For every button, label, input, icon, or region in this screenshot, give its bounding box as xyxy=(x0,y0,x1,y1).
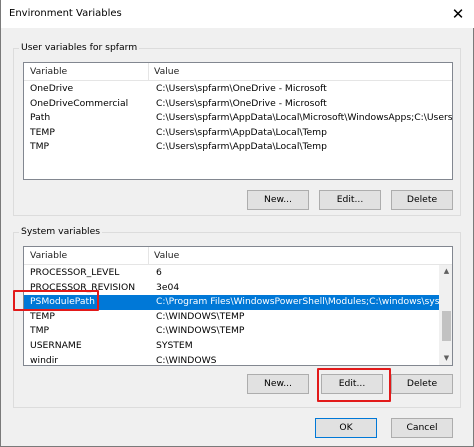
variable-name: TEMP xyxy=(30,126,55,138)
scrollbar-thumb[interactable] xyxy=(442,311,451,341)
user-variables-list[interactable]: Variable Value OneDrive C:\Users\spfarm\… xyxy=(23,62,453,180)
variable-value: C:\Users\spfarm\OneDrive - Microsoft xyxy=(156,97,327,109)
user-edit-button[interactable]: Edit... xyxy=(319,190,381,210)
variable-value: C:\Users\spfarm\AppData\Local\Temp xyxy=(156,141,327,153)
variable-value: 6 xyxy=(156,267,162,278)
up-arrow-icon[interactable]: ▲ xyxy=(440,265,452,278)
system-list-header: Variable Value xyxy=(24,247,452,265)
system-list-scrollbar[interactable]: ▲ ▼ xyxy=(439,265,452,365)
variable-name: OneDrive xyxy=(30,83,74,94)
table-row[interactable]: USERNAME SYSTEM xyxy=(24,339,452,354)
variable-name: Path xyxy=(30,112,51,124)
table-row[interactable]: windir C:\WINDOWS xyxy=(24,354,452,366)
table-row[interactable]: Path C:\Users\spfarm\AppData\Local\Micro… xyxy=(24,111,452,126)
ok-button[interactable]: OK xyxy=(315,418,377,438)
edit-button-highlight xyxy=(317,368,391,402)
variable-value: C:\WINDOWS\TEMP xyxy=(156,310,245,322)
variable-name: TMP xyxy=(30,325,50,337)
psmodulepath-highlight xyxy=(13,290,99,311)
close-icon[interactable]: ✕ xyxy=(446,4,470,24)
variable-name: TMP xyxy=(30,141,50,153)
variable-value: C:\Users\spfarm\OneDrive - Microsoft xyxy=(156,83,327,94)
variable-value: C:\WINDOWS xyxy=(156,354,217,366)
system-variables-label: System variables xyxy=(19,226,103,237)
window-title: Environment Variables xyxy=(9,8,122,19)
environment-variables-dialog: Environment Variables ✕ User variables f… xyxy=(0,0,474,447)
table-row[interactable]: TMP C:\Users\spfarm\AppData\Local\Temp xyxy=(24,140,452,155)
variable-value: C:\WINDOWS\TEMP xyxy=(156,325,245,337)
variable-name: windir xyxy=(30,354,59,366)
variable-value: C:\Users\spfarm\AppData\Local\Temp xyxy=(156,126,327,138)
column-header-variable[interactable]: Variable xyxy=(26,247,149,265)
system-delete-button[interactable]: Delete xyxy=(391,374,453,394)
cancel-button[interactable]: Cancel xyxy=(391,418,453,438)
table-row[interactable]: OneDriveCommercial C:\Users\spfarm\OneDr… xyxy=(24,97,452,112)
user-list-header: Variable Value xyxy=(24,63,452,81)
user-delete-button[interactable]: Delete xyxy=(391,190,453,210)
table-row[interactable]: OneDrive C:\Users\spfarm\OneDrive - Micr… xyxy=(24,82,452,97)
column-header-variable[interactable]: Variable xyxy=(26,63,149,81)
variable-name: TEMP xyxy=(30,310,55,322)
variable-value: SYSTEM xyxy=(156,340,193,351)
down-arrow-icon[interactable]: ▼ xyxy=(440,352,452,365)
table-row[interactable]: TEMP C:\Users\spfarm\AppData\Local\Temp xyxy=(24,126,452,141)
title-bar: Environment Variables ✕ xyxy=(1,0,474,28)
column-header-value[interactable]: Value xyxy=(150,247,450,265)
system-new-button[interactable]: New... xyxy=(247,374,309,394)
user-new-button[interactable]: New... xyxy=(247,190,309,210)
table-row[interactable]: TEMP C:\WINDOWS\TEMP xyxy=(24,310,452,325)
user-variables-label: User variables for spfarm xyxy=(19,42,140,53)
table-row[interactable]: PROCESSOR_LEVEL 6 xyxy=(24,266,452,281)
variable-value: 3e04 xyxy=(156,281,180,293)
variable-name: USERNAME xyxy=(30,340,82,351)
variable-value: C:\Program Files\WindowsPowerShell\Modul… xyxy=(156,296,453,308)
variable-value: C:\Users\spfarm\AppData\Local\Microsoft\… xyxy=(156,112,453,124)
column-header-value[interactable]: Value xyxy=(150,63,450,81)
table-row[interactable]: TMP C:\WINDOWS\TEMP xyxy=(24,324,452,339)
variable-name: PROCESSOR_LEVEL xyxy=(30,267,120,278)
variable-name: OneDriveCommercial xyxy=(30,97,129,109)
